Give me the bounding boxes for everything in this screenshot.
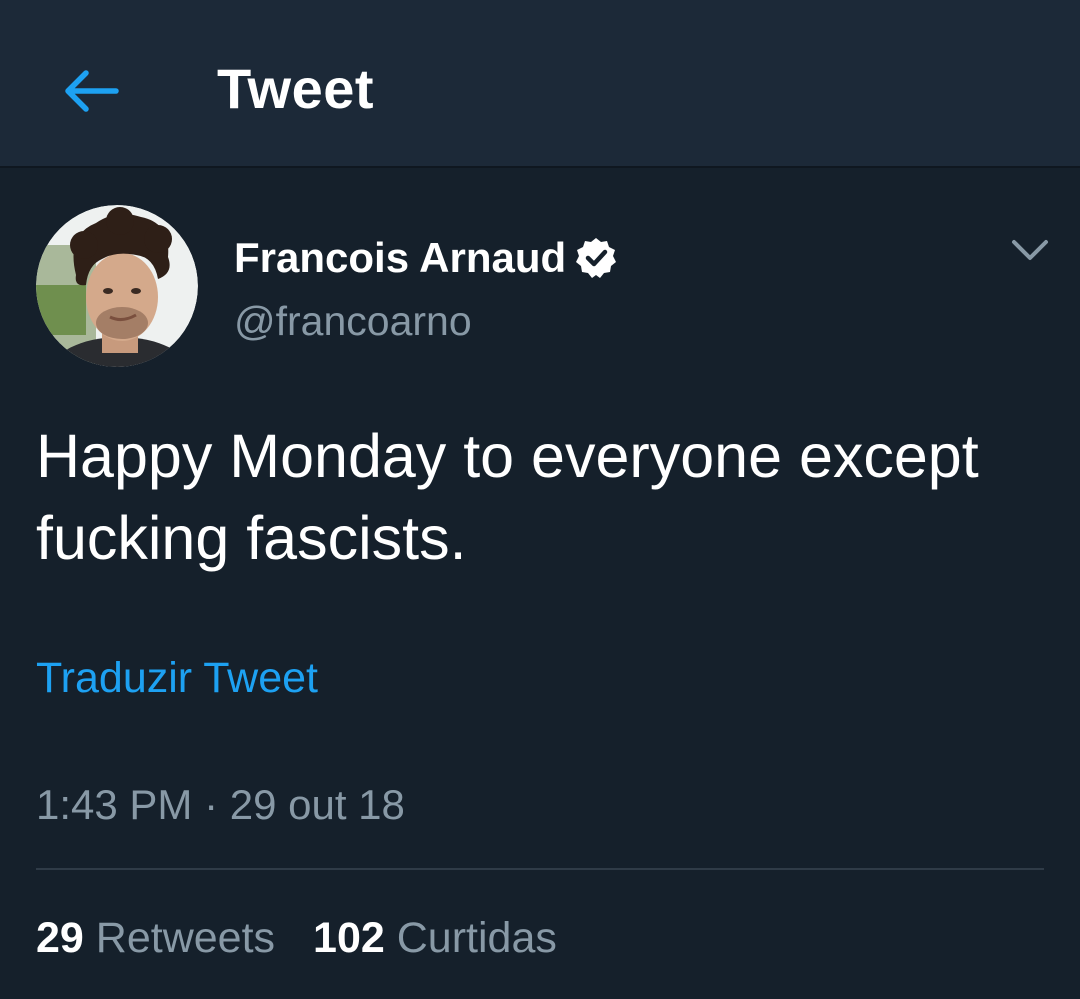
verified-badge-icon [576, 238, 616, 278]
tweet-text: Happy Monday to everyone except fucking … [36, 422, 979, 572]
tweet-timestamp: 1:43 PM · 29 out 18 [36, 781, 405, 828]
likes-stat[interactable]: 102 Curtidas [313, 912, 557, 964]
retweets-count: 29 [36, 914, 84, 962]
tweet-screen: Tweet Francois Arnaud @francoarno Happy … [0, 0, 1080, 999]
likes-count: 102 [313, 914, 385, 962]
tweet-stats: 29 Retweets 102 Curtidas [36, 912, 595, 964]
retweets-stat[interactable]: 29 Retweets [36, 912, 275, 964]
chevron-down-icon[interactable] [1006, 226, 1054, 274]
translate-tweet-link[interactable]: Traduzir Tweet [36, 652, 318, 704]
profile-photo [36, 205, 198, 367]
arrow-left-icon [65, 70, 119, 112]
top-bar: Tweet [0, 0, 1080, 168]
likes-label: Curtidas [396, 914, 557, 962]
divider [36, 868, 1044, 870]
page-title: Tweet [217, 57, 375, 120]
back-button[interactable] [52, 56, 128, 126]
author-display-name[interactable]: Francois Arnaud [234, 234, 566, 282]
avatar[interactable] [36, 205, 198, 367]
retweets-label: Retweets [95, 914, 276, 962]
author-handle[interactable]: @francoarno [234, 297, 472, 345]
